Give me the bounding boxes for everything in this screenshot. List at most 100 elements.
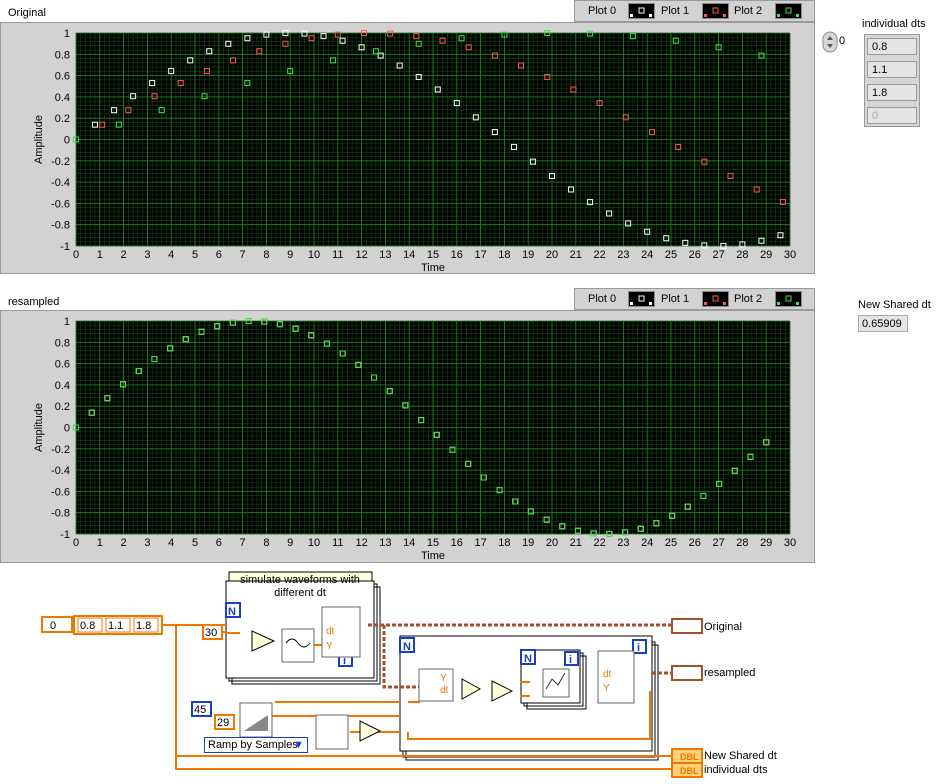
legend-plot1-swatch[interactable]	[702, 3, 729, 19]
x-tick-label: 26	[689, 537, 701, 549]
x-axis-label: Time	[421, 550, 445, 562]
x-tick-label: 0	[73, 249, 79, 261]
legend-plot0-label: Plot 0	[588, 293, 617, 305]
x-tick-label: 3	[144, 249, 150, 261]
svg-text:30: 30	[205, 627, 217, 639]
graph-resampled-title: resampled	[8, 296, 60, 308]
x-tick-label: 11	[332, 537, 343, 549]
svg-text:DBL: DBL	[680, 766, 699, 776]
x-tick-label: 14	[403, 249, 415, 261]
graph-resampled-plot[interactable]: 0 1 2 3 4 5 6 7 8 9 10 11 12 13 14 15 16 17 18 19 20 21 22 23 24…	[0, 310, 815, 563]
x-tick-label: 15	[427, 249, 439, 261]
legend-plot0-swatch[interactable]	[628, 291, 655, 307]
svg-text:1.1: 1.1	[108, 620, 123, 632]
y-tick-label: -1	[60, 241, 70, 253]
svg-text:Y: Y	[326, 641, 333, 652]
y-axis-label: Amplitude	[33, 403, 45, 452]
legend-plot2-label: Plot 2	[734, 5, 763, 17]
individual-dts-element[interactable]: 1.1	[867, 61, 917, 78]
x-tick-label: 30	[784, 249, 796, 261]
x-tick-label: 4	[168, 537, 174, 549]
subtract-node	[359, 720, 382, 742]
x-tick-label: 7	[240, 537, 246, 549]
x-tick-label: 19	[522, 537, 534, 549]
x-tick-label: 17	[474, 249, 486, 261]
x-tick-label: 23	[617, 537, 629, 549]
x-tick-label: 29	[760, 537, 772, 549]
x-tick-label: 14	[403, 537, 415, 549]
x-tick-label: 11	[332, 249, 343, 261]
x-tick-label: 13	[379, 249, 391, 261]
y-tick-label: -0.2	[51, 156, 70, 168]
x-tick-label: 7	[240, 249, 246, 261]
svg-text:dt: dt	[603, 669, 612, 680]
array-index-control[interactable]: 0	[822, 30, 862, 54]
x-tick-label: 25	[665, 249, 677, 261]
x-tick-label: 17	[474, 537, 486, 549]
ramp-mode-select[interactable]: Ramp by Samples ▼	[204, 737, 308, 753]
original-terminal	[671, 618, 703, 634]
graph-original-frame[interactable]: 0 1 2 3 4 5 6 7 8 9 10 11 12 13 14 15 16 17 18 19 20 21 22 23 24…	[0, 22, 815, 274]
loop2-n-label: N	[403, 641, 411, 653]
graph-resampled-frame[interactable]: 0 1 2 3 4 5 6 7 8 9 10 11 12 13 14 15 16 17 18 19 20 21 22 23 24…	[0, 310, 815, 563]
graph-original-legend[interactable]: Plot 0 Plot 1 Plot 2	[574, 0, 815, 22]
resampled-terminal	[671, 665, 703, 681]
y-tick-label: 0.8	[55, 49, 70, 61]
array-index-value[interactable]: 0	[839, 35, 845, 47]
x-tick-label: 22	[593, 249, 605, 261]
svg-text:N: N	[524, 653, 532, 665]
svg-text:dt: dt	[326, 626, 335, 637]
individual-dts-element[interactable]: 1.8	[867, 84, 917, 101]
new-shared-dt-value[interactable]: 0.65909	[858, 315, 908, 332]
new-shared-dt-terminal-label: New Shared dt	[704, 750, 777, 762]
x-tick-label: 1	[97, 249, 103, 261]
legend-plot2-swatch[interactable]	[775, 291, 802, 307]
array-node	[315, 714, 349, 750]
x-tick-label: 6	[216, 249, 222, 261]
x-tick-label: 9	[287, 537, 293, 549]
svg-text:1.8: 1.8	[136, 620, 151, 632]
x-tick-label: 18	[498, 537, 510, 549]
x-tick-label: 12	[355, 249, 367, 261]
individual-dts-element[interactable]: 0	[867, 107, 917, 124]
svg-text:dt: dt	[440, 685, 449, 696]
x-tick-label: 20	[546, 249, 558, 261]
x-tick-label: 10	[308, 537, 320, 549]
y-axis-label: Amplitude	[33, 115, 45, 164]
x-tick-label: 28	[736, 249, 748, 261]
legend-plot2-swatch[interactable]	[775, 3, 802, 19]
x-tick-label: 25	[665, 537, 677, 549]
x-tick-label: 22	[593, 537, 605, 549]
x-tick-label: 24	[641, 537, 653, 549]
svg-text:45: 45	[194, 704, 206, 716]
y-tick-label: 1	[64, 316, 70, 328]
y-tick-label: -1	[60, 529, 70, 541]
y-tick-label: -0.4	[51, 177, 70, 189]
y-tick-label: 0.8	[55, 337, 70, 349]
x-tick-label: 16	[451, 537, 463, 549]
individual-dts-element[interactable]: 0.8	[867, 38, 917, 55]
y-tick-label: 0.4	[55, 92, 70, 104]
graph-original-plot[interactable]: 0 1 2 3 4 5 6 7 8 9 10 11 12 13 14 15 16 17 18 19 20 21 22 23 24…	[0, 22, 815, 274]
x-tick-label: 23	[617, 249, 629, 261]
y-tick-label: 0.2	[55, 401, 70, 413]
legend-plot1-swatch[interactable]	[702, 291, 729, 307]
svg-text:DBL: DBL	[680, 752, 699, 762]
x-tick-label: 27	[712, 249, 724, 261]
svg-text:Y: Y	[603, 683, 610, 694]
individual-dts-array: 0.8 1.1 1.8 0	[864, 34, 920, 127]
resampled-terminal-label: resampled	[704, 667, 756, 679]
x-tick-label: 30	[784, 537, 796, 549]
graph-resampled-legend[interactable]: Plot 0 Plot 1 Plot 2	[574, 288, 815, 310]
x-tick-label: 5	[192, 249, 198, 261]
loop-comment: simulate waveforms with different dt	[240, 574, 360, 599]
x-tick-label: 24	[641, 249, 653, 261]
y-tick-label: -0.8	[51, 508, 70, 520]
x-tick-label: 8	[263, 249, 269, 261]
legend-plot1-label: Plot 1	[661, 293, 690, 305]
y-tick-label: 0.4	[55, 380, 70, 392]
x-tick-label: 21	[570, 249, 582, 261]
legend-plot0-swatch[interactable]	[628, 3, 655, 19]
x-tick-label: 15	[427, 537, 439, 549]
x-tick-label: 21	[570, 537, 582, 549]
